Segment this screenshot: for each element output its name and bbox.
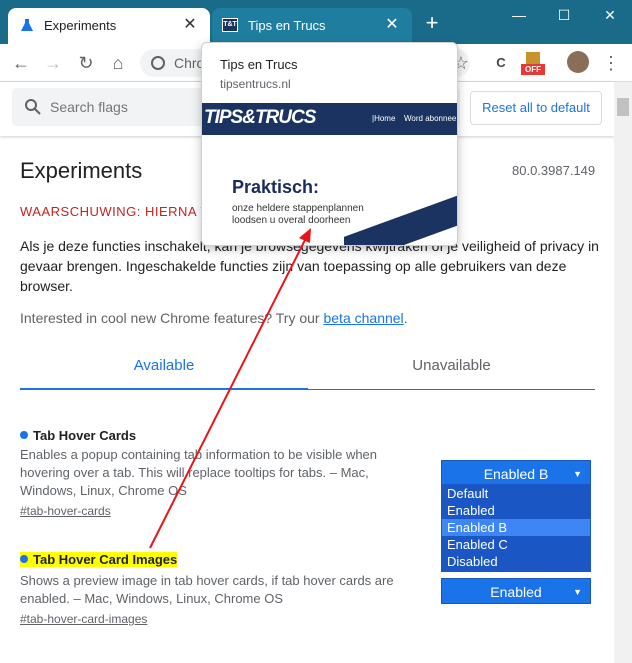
hover-card-title: Tips en Trucs [220,57,298,72]
menu-icon[interactable]: ⋮ [600,52,622,74]
interested-suffix: . [403,310,408,326]
flag-anchor-link[interactable]: #tab-hover-card-images [20,612,147,626]
flag-title-text: Tab Hover Cards [33,428,137,443]
flag-title-text: Tab Hover Card Images [33,552,178,567]
forward-button[interactable]: → [40,50,66,76]
tab-title: Tips en Trucs [248,18,326,33]
preview-nav-home: |Home [372,114,396,123]
preview-headline: Praktisch: [232,177,320,197]
option-disabled[interactable]: Disabled [442,553,590,570]
maximize-button[interactable]: ☐ [551,5,577,25]
interested-text: Interested in cool new Chrome features? … [20,310,408,326]
address-text: Chro [174,55,205,71]
warning-text: WAARSCHUWING: HIERNA V [20,204,210,219]
reset-all-button[interactable]: Reset all to default [470,91,602,125]
option-enabled-c[interactable]: Enabled C [442,536,590,553]
preview-subtext-1: onze heldere stappenplannen [232,203,364,214]
version-label: 80.0.3987.149 [512,163,596,178]
search-placeholder: Search flags [50,99,128,115]
select-value: Enabled [490,584,542,600]
scroll-thumb[interactable] [617,98,629,116]
dropdown-options: Default Enabled Enabled B Enabled C Disa… [441,484,591,572]
hover-card-preview-banner: TIPS&TRUCS |Home Word abonnee [202,103,457,135]
tab-available[interactable]: Available [20,354,308,390]
tab-tips-en-trucs[interactable]: T&T Tips en Trucs ✕ [212,8,412,44]
title-bar: Experiments ✕ T&T Tips en Trucs ✕ + — ☐ … [0,0,632,44]
site-logo: TIPS&TRUCS [204,107,316,128]
flag-anchor-link[interactable]: #tab-hover-cards [20,504,111,518]
close-tab-button[interactable]: ✕ [180,15,200,35]
chrome-icon [151,56,165,70]
modified-dot-icon [20,431,28,439]
extension-c-icon[interactable]: C [490,52,512,74]
tab-hover-cards-select[interactable]: Enabled B ▼ [441,460,591,486]
preview-subtext-2: loodsen u overal doorheen [232,215,351,226]
shield-icon [526,52,540,64]
flag-description: Enables a popup containing tab informati… [20,447,378,498]
close-window-button[interactable]: ✕ [597,5,623,25]
tab-hover-card: Tips en Trucs tipsentrucs.nl TIPS&TRUCS … [201,42,458,246]
flag-title-tab-hover-card-images: Tab Hover Card Images [20,552,178,567]
preview-nav-abonnee: Word abonnee [404,114,457,123]
select-value: Enabled B [483,466,549,482]
option-default[interactable]: Default [442,485,590,502]
tab-unavailable[interactable]: Unavailable [308,354,595,390]
tab-hover-card-images-select[interactable]: Enabled ▼ [441,578,591,604]
new-tab-button[interactable]: + [421,12,443,34]
hover-card-url: tipsentrucs.nl [220,77,291,91]
tab-experiments[interactable]: Experiments ✕ [8,8,210,44]
reload-button[interactable]: ↻ [73,50,99,76]
beta-channel-link[interactable]: beta channel [323,310,403,326]
search-icon [24,98,42,116]
interested-prefix: Interested in cool new Chrome features? … [20,310,324,326]
option-enabled[interactable]: Enabled [442,502,590,519]
flag-title-tab-hover-cards: Tab Hover Cards [20,428,136,443]
site-favicon-icon: T&T [222,18,238,32]
minimize-button[interactable]: — [506,5,532,25]
flask-icon [20,18,34,32]
option-enabled-b[interactable]: Enabled B [442,519,590,536]
close-tab-button[interactable]: ✕ [382,15,402,35]
tab-title: Experiments [44,18,117,33]
avatar[interactable] [567,51,589,73]
flag-description: Shows a preview image in tab hover cards… [20,573,394,606]
extension-off-icon[interactable]: OFF [521,52,545,76]
home-button[interactable]: ⌂ [105,50,131,76]
scrollbar[interactable] [614,82,632,663]
back-button[interactable]: ← [8,50,34,76]
modified-dot-icon [20,555,28,563]
preview-decoration [344,193,457,245]
page-title: Experiments [20,158,143,183]
off-badge: OFF [521,64,545,75]
chevron-down-icon: ▼ [573,587,582,597]
